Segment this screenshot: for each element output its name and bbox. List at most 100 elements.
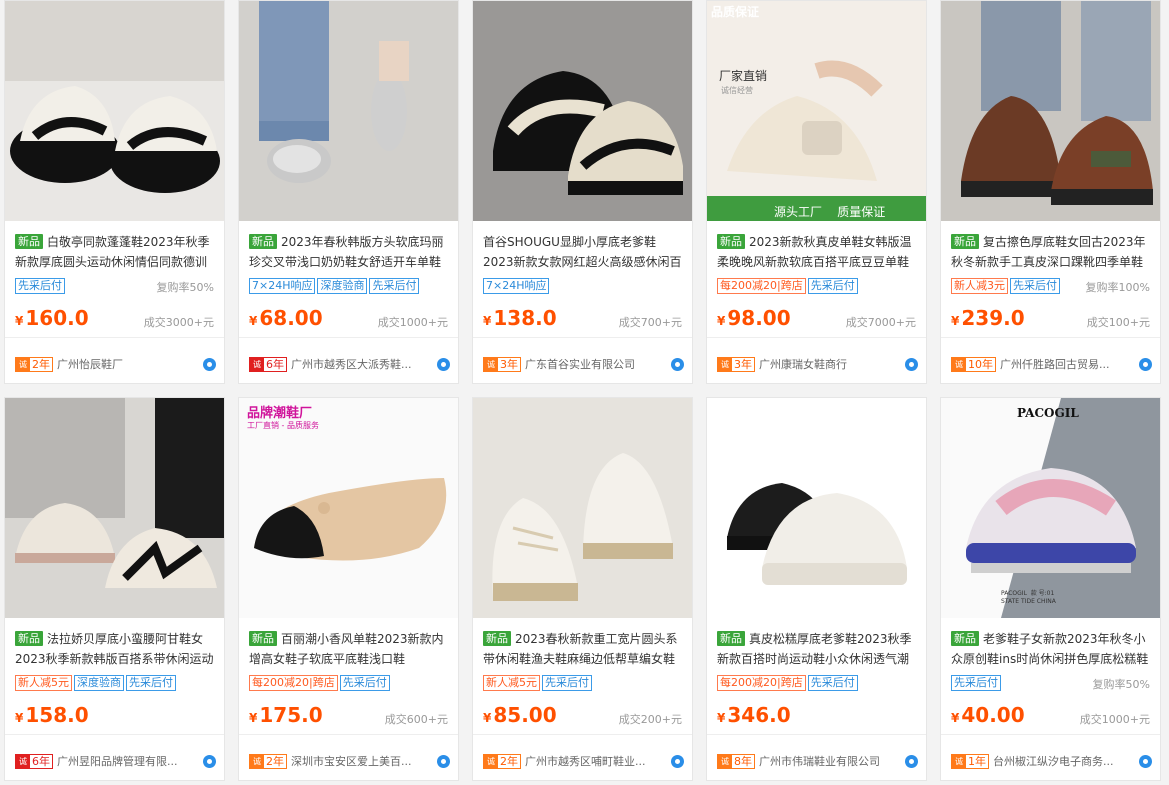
chat-icon[interactable] [437,357,450,371]
service-tag: 7×24H响应 [483,278,550,294]
chat-icon[interactable] [437,754,450,768]
trust-badge-icon: 诚 [718,754,732,768]
product-image[interactable] [5,398,224,618]
sales-volume: 成交100+元 [1086,316,1150,329]
product-card[interactable]: 新品 复古擦色厚底鞋女回古2023年秋冬新款手工真皮深口踝靴四季单鞋 新人减3元 先采… [940,0,1161,384]
product-title[interactable]: 新品 2023年春秋韩版方头软底玛丽珍交叉带浅口奶奶鞋女舒适开车单鞋 [249,232,448,272]
shop-name-link[interactable]: 台州椒江纵汐电子商务... [993,753,1135,769]
trust-years: 6年 [32,754,50,768]
card-divider [239,734,458,735]
product-image[interactable] [707,398,926,618]
product-title[interactable]: 新品 法拉娇贝厚底小蛮腰阿甘鞋女2023秋季新款韩版百搭系带休闲运动 [15,629,214,669]
trust-years: 3年 [734,357,752,371]
shop-name-link[interactable]: 广州市伟瑞鞋业有限公司 [759,753,901,769]
price: ¥239.0 [951,306,1025,330]
product-title[interactable]: 新品 白敬亭同款蓬蓬鞋2023年秋季新款厚底圆头运动休闲情侣同款德训 [15,232,214,272]
price: ¥98.00 [717,306,791,330]
new-badge: 新品 [717,234,745,249]
product-card[interactable]: 新品 2023年春秋韩版方头软底玛丽珍交叉带浅口奶奶鞋女舒适开车单鞋 7×24H响应… [238,0,459,384]
product-title-text: 百丽潮小香风单鞋2023新款内增高女鞋子软底平底鞋浅口鞋 [249,632,444,666]
service-tag: 每200减20|跨店 [249,675,338,691]
chat-icon[interactable] [1139,754,1152,768]
price: ¥175.0 [249,703,323,727]
price-row: ¥175.0 成交600+元 [249,703,448,729]
trust-year-badge: 诚 8年 [717,753,755,769]
service-tags: 先采后付 复购率50% [15,278,214,296]
currency-symbol: ¥ [951,314,960,328]
service-tags: 7×24H响应 [483,278,682,296]
shop-name-link[interactable]: 广州昱阳品牌管理有限... [57,753,199,769]
trust-years: 2年 [32,357,50,371]
trust-years: 1年 [968,754,986,768]
product-card[interactable]: 品牌潮鞋厂 工厂直销 - 品质服务新品 百丽潮小香风单鞋2023新款内增高女鞋子软底… [238,397,459,781]
product-card[interactable]: 新品 法拉娇贝厚底小蛮腰阿甘鞋女2023秋季新款韩版百搭系带休闲运动 新人减5元 深度… [4,397,225,781]
service-tags: 新人减5元 先采后付 [483,675,682,693]
sales-volume: 成交700+元 [618,316,682,329]
product-card[interactable]: PACOGIL PACOGIL 款 号:01 STATE TIDE CHINA 新品老… [940,397,1161,781]
product-image[interactable] [239,1,458,221]
chat-icon[interactable] [1139,357,1152,371]
product-title[interactable]: 新品 2023新款秋真皮单鞋女韩版温柔晚晚风新款软底百搭平底豆豆单鞋 [717,232,916,272]
product-card[interactable]: 新品 2023春秋新款重工宽片圆头系带休闲鞋渔夫鞋麻绳边低帮草编女鞋新人减5元 先采… [472,397,693,781]
price: ¥346.0 [717,703,791,727]
product-image[interactable]: 品牌潮鞋厂 工厂直销 - 品质服务 [239,398,458,618]
product-image[interactable] [5,1,224,221]
shop-row: 诚 2年 广州市越秀区哺町鞋业... [483,752,684,770]
chat-icon[interactable] [905,754,918,768]
shop-name-link[interactable]: 广州怡辰鞋厂 [57,356,199,372]
price-value: 158.0 [25,703,89,727]
shop-name-link[interactable]: 广州市越秀区哺町鞋业... [525,753,667,769]
shop-name-link[interactable]: 广州市越秀区大派秀鞋... [291,356,433,372]
card-divider [473,734,692,735]
product-title[interactable]: 新品 真皮松糕厚底老爹鞋2023秋季新款百搭时尚运动鞋小众休闲透气潮 [717,629,916,669]
service-tag: 新人减5元 [15,675,72,691]
product-card[interactable]: 品质保证 厂家直销 诚信经营 源头工厂 质量保证新品 2023新款秋真皮单鞋女韩版温柔晚… [706,0,927,384]
chat-icon[interactable] [203,754,216,768]
shop-row: 诚 6年 广州昱阳品牌管理有限... [15,752,216,770]
trust-year-badge: 诚 6年 [15,753,53,769]
trust-years: 6年 [266,357,284,371]
price: ¥160.0 [15,306,89,330]
product-title[interactable]: 新品 百丽潮小香风单鞋2023新款内增高女鞋子软底平底鞋浅口鞋 [249,629,448,669]
chat-icon[interactable] [671,357,684,371]
image-overlay-subtitle: 工厂直销 - 品质服务 [247,421,319,430]
shop-name-link[interactable]: 广东首谷实业有限公司 [525,356,667,372]
currency-symbol: ¥ [717,711,726,725]
image-overlay-subtitle: PACOGIL 款 号:01 [1001,590,1055,597]
trust-badge-icon: 诚 [718,357,732,371]
card-divider [5,734,224,735]
price-row: ¥40.00 成交1000+元 [951,703,1150,729]
product-title[interactable]: 新品 老爹鞋子女新款2023年秋冬小众原创鞋ins时尚休闲拼色厚底松糕鞋 [951,629,1150,669]
image-overlay-title: PACOGIL [1017,406,1079,420]
trust-years: 10年 [968,357,993,371]
card-divider [5,337,224,338]
product-image[interactable] [473,398,692,618]
product-title[interactable]: 新品 复古擦色厚底鞋女回古2023年秋冬新款手工真皮深口踝靴四季单鞋 [951,232,1150,272]
card-divider [239,337,458,338]
service-tag: 先采后付 [1010,278,1060,294]
product-title[interactable]: 首谷SHOUGU显脚小厚底老爹鞋2023新款女款网红超火高级感休闲百 [483,232,682,272]
product-image[interactable] [473,1,692,221]
service-tags: 7×24H响应 深度验商 先采后付 [249,278,448,296]
product-title-text: 复古擦色厚底鞋女回古2023年秋冬新款手工真皮深口踝靴四季单鞋 [951,235,1146,269]
product-image[interactable]: 品质保证 厂家直销 诚信经营 源头工厂 质量保证 [707,1,926,221]
product-title-text: 2023春秋新款重工宽片圆头系带休闲鞋渔夫鞋麻绳边低帮草编女鞋 [483,632,678,666]
chat-icon[interactable] [905,357,918,371]
service-tag: 先采后付 [951,675,1001,691]
product-image[interactable]: PACOGIL PACOGIL 款 号:01 STATE TIDE CHINA [941,398,1160,618]
image-overlay-subtitle-2: STATE TIDE CHINA [1001,598,1056,605]
product-image[interactable] [941,1,1160,221]
product-title-text: 首谷SHOUGU显脚小厚底老爹鞋2023新款女款网红超火高级感休闲百 [483,235,682,269]
product-card[interactable]: 首谷SHOUGU显脚小厚底老爹鞋2023新款女款网红超火高级感休闲百 7×24H响… [472,0,693,384]
chat-icon[interactable] [203,357,216,371]
shop-name-link[interactable]: 深圳市宝安区爱上美百... [291,753,433,769]
product-card[interactable]: 新品 白敬亭同款蓬蓬鞋2023年秋季新款厚底圆头运动休闲情侣同款德训先采后付 复购率… [4,0,225,384]
trust-year-badge: 诚 10年 [951,356,996,372]
new-badge: 新品 [249,631,277,646]
product-card[interactable]: 新品 真皮松糕厚底老爹鞋2023秋季新款百搭时尚运动鞋小众休闲透气潮 每200减20… [706,397,927,781]
product-title[interactable]: 新品 2023春秋新款重工宽片圆头系带休闲鞋渔夫鞋麻绳边低帮草编女鞋 [483,629,682,669]
image-overlay-sublabel: 诚信经营 [721,86,753,95]
shop-name-link[interactable]: 广州仟胜路回古贸易... [1000,356,1135,372]
chat-icon[interactable] [671,754,684,768]
shop-name-link[interactable]: 广州康瑞女鞋商行 [759,356,901,372]
